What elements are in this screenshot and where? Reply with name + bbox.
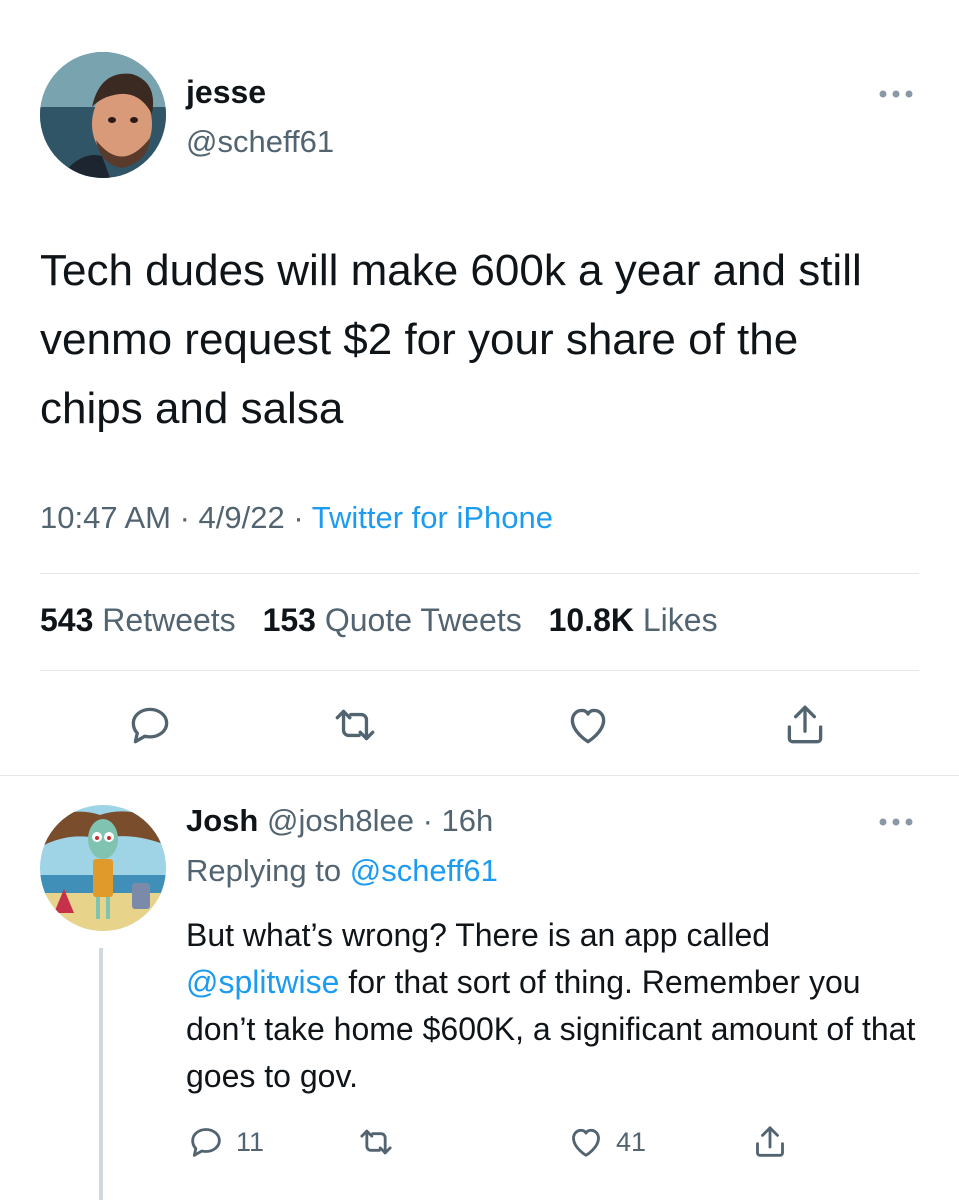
heart-icon (572, 1128, 600, 1157)
meta-separator: · (422, 803, 433, 838)
divider (40, 573, 919, 574)
tweet-text: Tech dudes will make 600k a year and sti… (40, 246, 862, 433)
retweet-icon[interactable] (330, 700, 380, 750)
tweet-stats: 543 Retweets 153 Quote Tweets 10.8K Like… (40, 602, 718, 639)
reply-count: 11 (236, 1126, 265, 1157)
reply-header: Josh @josh8lee · 16h (186, 803, 493, 839)
meta-separator: · (179, 500, 199, 535)
thread-line (99, 948, 103, 1200)
like-count: 41 (616, 1126, 647, 1157)
reply-retweet-button[interactable] (356, 1120, 396, 1164)
tweet-meta: 10:47 AM · 4/9/22 · Twitter for iPhone (40, 500, 553, 536)
reply-reply-button[interactable]: 11 (186, 1120, 264, 1164)
tweet-time[interactable]: 10:47 AM (40, 500, 171, 535)
meta-separator: · (293, 500, 312, 535)
likes-label: Likes (642, 602, 718, 638)
author-avatar[interactable] (40, 52, 166, 178)
likes-count: 10.8K (548, 602, 634, 638)
reply-author-name[interactable]: Josh (186, 803, 258, 838)
reply-author-avatar[interactable] (40, 805, 166, 931)
section-divider (0, 775, 959, 776)
tweet-date[interactable]: 4/9/22 (199, 500, 285, 535)
reply-age[interactable]: 16h (442, 803, 494, 838)
reply-share-button[interactable] (750, 1120, 790, 1164)
reply-bubble-icon[interactable] (125, 700, 175, 750)
retweet-icon (360, 1129, 392, 1155)
reply-author-handle[interactable]: @josh8lee (267, 803, 414, 838)
author-handle[interactable]: @scheff61 (186, 124, 334, 160)
heart-icon[interactable] (563, 700, 613, 750)
quotes-label: Quote Tweets (324, 602, 522, 638)
likes-stat[interactable]: 10.8K Likes (549, 602, 718, 638)
share-icon[interactable] (780, 700, 830, 750)
retweets-count: 543 (40, 602, 94, 638)
replying-prefix: Replying to (186, 853, 342, 888)
tweet-source-link[interactable]: Twitter for iPhone (312, 500, 553, 535)
author-name[interactable]: jesse (186, 74, 266, 111)
splitwise-mention-link[interactable]: @splitwise (186, 964, 339, 1000)
retweets-stat[interactable]: 543 Retweets (40, 602, 236, 638)
replying-handle-link[interactable]: @scheff61 (350, 853, 498, 888)
reply-more-options-icon[interactable] (876, 812, 916, 832)
reply-text-part1: But what’s wrong? There is an app called (186, 917, 771, 953)
reply-like-button[interactable]: 41 (566, 1120, 646, 1164)
divider (40, 670, 919, 671)
share-icon (756, 1126, 784, 1157)
retweets-label: Retweets (102, 602, 236, 638)
reply-text: But what’s wrong? There is an app called… (186, 912, 926, 1100)
replying-to: Replying to @scheff61 (186, 853, 498, 889)
quotes-count: 153 (262, 602, 316, 638)
reply-bubble-icon (191, 1128, 221, 1157)
more-options-icon[interactable] (876, 84, 916, 104)
quotes-stat[interactable]: 153 Quote Tweets (263, 602, 522, 638)
